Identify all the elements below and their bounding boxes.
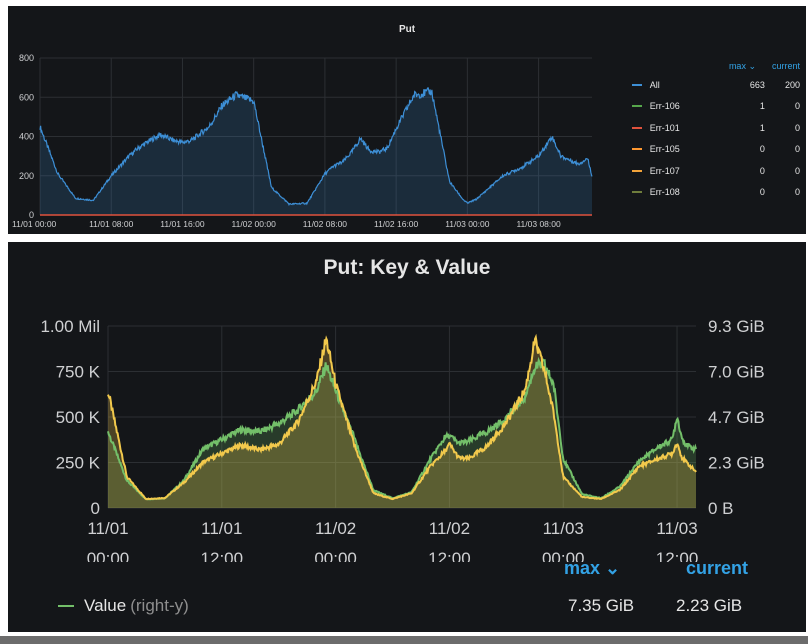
series-max: 0 bbox=[759, 165, 765, 176]
x-tick-label: 11/02 16:00 bbox=[374, 219, 419, 229]
y-tick-label: 600 bbox=[19, 92, 34, 102]
series-area-all bbox=[40, 87, 592, 215]
legend-row-value[interactable]: Value (right-y) 7.35 GiB 2.23 GiB bbox=[8, 592, 806, 620]
series-swatch bbox=[632, 105, 642, 108]
put-panel: Put 0 200 400 600 800 11/01 00:00 11/01 08:00 1… bbox=[8, 6, 806, 234]
legend-row-err-105[interactable]: Err-105 0 0 bbox=[620, 139, 800, 161]
legend-header: max ⌄ current bbox=[8, 558, 806, 584]
x-tick-label-date: 11/02 bbox=[315, 519, 356, 538]
series-max: 7.35 GiB bbox=[568, 596, 635, 615]
series-current: 0 bbox=[794, 187, 800, 198]
series-max: 0 bbox=[759, 144, 765, 155]
x-tick-label: 11/02 08:00 bbox=[303, 219, 348, 229]
series-name: Err-107 bbox=[649, 165, 680, 176]
series-name: Value (right-y) bbox=[84, 596, 189, 616]
legend-max-header[interactable]: max ⌄ bbox=[564, 558, 620, 579]
series-current: 0 bbox=[794, 165, 800, 176]
x-tick-label: 11/03 00:00 bbox=[445, 219, 490, 229]
series-name: All bbox=[649, 79, 660, 90]
legend-max-header[interactable]: max ⌄ bbox=[729, 61, 756, 72]
legend-row-err-107[interactable]: Err-107 0 0 bbox=[620, 160, 800, 182]
y-left-tick-label: 0 bbox=[91, 499, 100, 518]
y-left-tick-label: 750 K bbox=[56, 363, 101, 382]
key-value-panel: Put: Key & Value 0 250 K 500 K 750 K 1.00 Mi… bbox=[8, 242, 806, 632]
legend-row-err-106[interactable]: Err-106 1 0 bbox=[620, 96, 800, 118]
put-legend: max ⌄ current All 663 200 Err-106 1 0 Er… bbox=[620, 58, 800, 203]
series-current: 200 bbox=[784, 79, 800, 90]
x-tick-label-date: 11/01 bbox=[201, 519, 242, 538]
y-left-tick-label: 500 K bbox=[56, 408, 101, 427]
series-area-key bbox=[108, 337, 696, 508]
x-tick-label: 11/02 00:00 bbox=[232, 219, 277, 229]
series-current: 2.23 GiB bbox=[676, 596, 743, 615]
x-tick-label-date: 11/03 bbox=[656, 519, 697, 538]
y-right-tick-label: 0 B bbox=[708, 499, 734, 518]
x-tick-label: 11/03 08:00 bbox=[516, 219, 561, 229]
legend-row-all[interactable]: All 663 200 bbox=[620, 74, 800, 96]
y-tick-label: 200 bbox=[19, 171, 34, 181]
series-name: Err-108 bbox=[649, 187, 680, 198]
y-tick-label: 800 bbox=[19, 53, 34, 63]
series-current: 0 bbox=[794, 144, 800, 155]
series-swatch bbox=[632, 169, 642, 172]
series-name: Err-105 bbox=[649, 144, 680, 155]
y-right-tick-label: 7.0 GiB bbox=[708, 363, 765, 382]
y-left-tick-label: 250 K bbox=[56, 454, 101, 473]
y-right-tick-label: 9.3 GiB bbox=[708, 317, 765, 336]
series-name: Err-101 bbox=[649, 122, 680, 133]
put-chart: 020040060080011/01 00:00 11/01 08:00 11/01… bbox=[12, 53, 593, 229]
x-tick-label: 11/01 00:00 bbox=[12, 219, 57, 229]
series-max: 1 bbox=[759, 122, 765, 133]
series-swatch bbox=[632, 191, 642, 194]
key-value-chart: 0 250 K 500 K 750 K 1.00 Mil 0 B 2.3 GiB 4.7 Gi… bbox=[40, 317, 765, 562]
series-current: 0 bbox=[794, 101, 800, 112]
series-current: 0 bbox=[794, 122, 800, 133]
series-max: 0 bbox=[759, 187, 765, 198]
x-tick-label: 11/01 08:00 bbox=[89, 219, 134, 229]
series-swatch bbox=[58, 605, 74, 607]
y-right-tick-label: 2.3 GiB bbox=[708, 454, 765, 473]
legend-current-header[interactable]: current bbox=[772, 61, 800, 71]
y-right-tick-label: 4.7 GiB bbox=[708, 408, 765, 427]
series-max: 663 bbox=[749, 79, 765, 90]
series-name-text: Value bbox=[84, 596, 127, 615]
series-max: 1 bbox=[759, 101, 765, 112]
legend-row-err-108[interactable]: Err-108 0 0 bbox=[620, 182, 800, 204]
x-tick-label-date: 11/02 bbox=[429, 519, 470, 538]
series-axis-label: (right-y) bbox=[130, 596, 189, 615]
y-left-tick-label: 1.00 Mil bbox=[40, 317, 100, 336]
legend-row-err-101[interactable]: Err-101 1 0 bbox=[620, 117, 800, 139]
bottom-scrollbar[interactable] bbox=[0, 636, 808, 644]
series-swatch bbox=[632, 126, 642, 129]
x-tick-label-date: 11/03 bbox=[543, 519, 584, 538]
x-tick-label-date: 11/01 bbox=[87, 519, 128, 538]
series-name: Err-106 bbox=[649, 101, 680, 112]
y-tick-label: 400 bbox=[19, 132, 34, 142]
series-swatch bbox=[632, 83, 642, 86]
series-swatch bbox=[632, 148, 642, 151]
x-tick-label: 11/01 16:00 bbox=[160, 219, 205, 229]
legend-current-header[interactable]: current bbox=[686, 558, 748, 579]
